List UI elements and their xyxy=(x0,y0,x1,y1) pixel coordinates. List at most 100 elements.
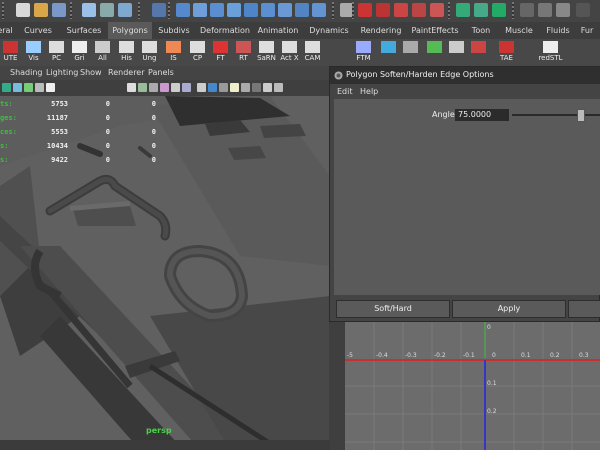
shelf-button-tool-19[interactable] xyxy=(468,39,489,66)
shelf-button-act-x[interactable]: Act X xyxy=(279,39,300,66)
viewport-tool-icon[interactable] xyxy=(46,83,55,92)
apply-button[interactable]: Apply xyxy=(452,300,566,318)
shelf-button-tool-15[interactable] xyxy=(378,39,399,66)
shelf-tab-curves[interactable]: Curves xyxy=(16,22,60,39)
shelf-button-pc[interactable]: PC xyxy=(46,39,67,66)
mask-joints-icon[interactable] xyxy=(193,3,207,17)
shelf-button-tae[interactable]: TAE xyxy=(496,39,517,66)
viewport-menu-panels[interactable]: Panels xyxy=(148,68,174,77)
viewport-tool-icon[interactable] xyxy=(2,83,11,92)
shelf-button-gri[interactable]: Gri xyxy=(69,39,90,66)
shelf-tab-deformation[interactable]: Deformation xyxy=(196,22,254,39)
snap-to-points-icon[interactable] xyxy=(394,3,408,17)
angle-field[interactable]: 75.0000 xyxy=(455,109,509,121)
shelf-tool-icon xyxy=(427,41,442,53)
shelf-tab-eral[interactable]: eral xyxy=(0,22,16,39)
shelf-button-tool-17[interactable] xyxy=(424,39,445,66)
shelf-tab-surfaces[interactable]: Surfaces xyxy=(60,22,108,39)
shelf-button-vis[interactable]: Vis xyxy=(23,39,44,66)
shelf-tab-painteffects[interactable]: PaintEffects xyxy=(406,22,464,39)
shelf-button-his[interactable]: His xyxy=(116,39,137,66)
input-box-icon[interactable] xyxy=(576,3,590,17)
viewport-tool-icon[interactable] xyxy=(13,83,22,92)
viewport-tool-icon[interactable] xyxy=(241,83,250,92)
uv-texture-editor[interactable]: -5 -0.4 -0.3 -0.2 -0.1 0 0.1 0.2 0.3 0.1 0.2 0 xyxy=(345,322,600,450)
viewport-menu-show[interactable]: Show xyxy=(80,68,102,77)
viewport-tool-icon[interactable] xyxy=(24,83,33,92)
viewport-tool-icon[interactable] xyxy=(127,83,136,92)
viewport-tool-icon[interactable] xyxy=(219,83,228,92)
make-live-icon[interactable] xyxy=(430,3,444,17)
close-button[interactable] xyxy=(568,300,600,318)
snap-to-view-planes-icon[interactable] xyxy=(412,3,426,17)
shelf-button-ute[interactable]: UTE xyxy=(0,39,21,66)
mask-rendering-icon[interactable] xyxy=(278,3,292,17)
select-hierarchy-icon[interactable] xyxy=(82,3,96,17)
dialog-title-bar[interactable]: Polygon Soften/Harden Edge Options xyxy=(330,67,600,84)
viewport-menu-shading[interactable]: Shading xyxy=(10,68,43,77)
viewport-tool-icon[interactable] xyxy=(252,83,261,92)
shelf-button-all[interactable]: All xyxy=(92,39,113,66)
shelf-button-cp[interactable]: CP xyxy=(187,39,208,66)
shelf-tab-fluids[interactable]: Fluids xyxy=(540,22,576,39)
soft-hard-button[interactable]: Soft/Hard xyxy=(336,300,450,318)
shelf-button-tool-16[interactable] xyxy=(400,39,421,66)
history-icon[interactable] xyxy=(456,3,470,17)
viewport-menu-lighting[interactable]: Lighting xyxy=(46,68,78,77)
shelf-tab-polygons[interactable]: Polygons xyxy=(108,22,152,39)
angle-slider-track[interactable] xyxy=(512,114,600,116)
render-current-frame-icon[interactable] xyxy=(520,3,534,17)
viewport-tool-icon[interactable] xyxy=(160,83,169,92)
shelf-tab-muscle[interactable]: Muscle xyxy=(498,22,540,39)
snap-to-grids-icon[interactable] xyxy=(358,3,372,17)
shelf-tab-subdivs[interactable]: Subdivs xyxy=(152,22,196,39)
construction-history-icon[interactable] xyxy=(474,3,488,17)
render-icon[interactable] xyxy=(492,3,506,17)
shelf-tab-rendering[interactable]: Rendering xyxy=(356,22,406,39)
mask-dynamics-icon[interactable] xyxy=(261,3,275,17)
viewport-tool-icon[interactable] xyxy=(263,83,272,92)
perspective-viewport[interactable]: Shading Lighting Show Renderer Panels ts: 575… xyxy=(0,66,330,450)
mask-surfaces-icon[interactable] xyxy=(227,3,241,17)
mask-locators-icon[interactable] xyxy=(312,3,326,17)
shelf-button-sarn[interactable]: SaRN xyxy=(256,39,277,66)
shelf-tab-animation[interactable]: Animation xyxy=(254,22,302,39)
mask-misc-icon[interactable] xyxy=(295,3,309,17)
mask-icon[interactable] xyxy=(152,3,166,17)
mask-handles-icon[interactable] xyxy=(176,3,190,17)
new-scene-icon[interactable] xyxy=(16,3,30,17)
shelf-button-redstl[interactable]: redSTL xyxy=(538,39,563,66)
menu-help[interactable]: Help xyxy=(360,87,378,96)
render-settings-icon[interactable] xyxy=(556,3,570,17)
viewport-menu-renderer[interactable]: Renderer xyxy=(108,68,145,77)
mask-deformations-icon[interactable] xyxy=(244,3,258,17)
shelf-button-tool-18[interactable] xyxy=(446,39,467,66)
select-component-icon[interactable] xyxy=(118,3,132,17)
viewport-tool-icon[interactable] xyxy=(171,83,180,92)
snap-to-curves-icon[interactable] xyxy=(376,3,390,17)
shelf-button-rt[interactable]: RT xyxy=(233,39,254,66)
shelf-button-ft[interactable]: FT xyxy=(210,39,231,66)
angle-slider-handle[interactable] xyxy=(577,109,585,122)
shelf-tab-fur[interactable]: Fur xyxy=(576,22,598,39)
ipr-render-icon[interactable] xyxy=(538,3,552,17)
save-scene-icon[interactable] xyxy=(52,3,66,17)
open-scene-icon[interactable] xyxy=(34,3,48,17)
viewport-tool-icon[interactable] xyxy=(274,83,283,92)
viewport-tool-icon[interactable] xyxy=(208,83,217,92)
viewport-tool-icon[interactable] xyxy=(149,83,158,92)
shelf-button-ung[interactable]: Ung xyxy=(139,39,160,66)
menu-edit[interactable]: Edit xyxy=(337,87,353,96)
shelf-tab-dynamics[interactable]: Dynamics xyxy=(302,22,356,39)
select-object-icon[interactable] xyxy=(100,3,114,17)
viewport-tool-icon[interactable] xyxy=(230,83,239,92)
shelf-button-is[interactable]: IS xyxy=(163,39,184,66)
shelf-button-cam[interactable]: CAM xyxy=(302,39,323,66)
shelf-tab-toon[interactable]: Toon xyxy=(464,22,498,39)
viewport-tool-icon[interactable] xyxy=(35,83,44,92)
viewport-tool-icon[interactable] xyxy=(138,83,147,92)
mask-curves-icon[interactable] xyxy=(210,3,224,17)
shelf-button-ftm[interactable]: FTM xyxy=(353,39,374,66)
viewport-tool-icon[interactable] xyxy=(197,83,206,92)
viewport-tool-icon[interactable] xyxy=(182,83,191,92)
